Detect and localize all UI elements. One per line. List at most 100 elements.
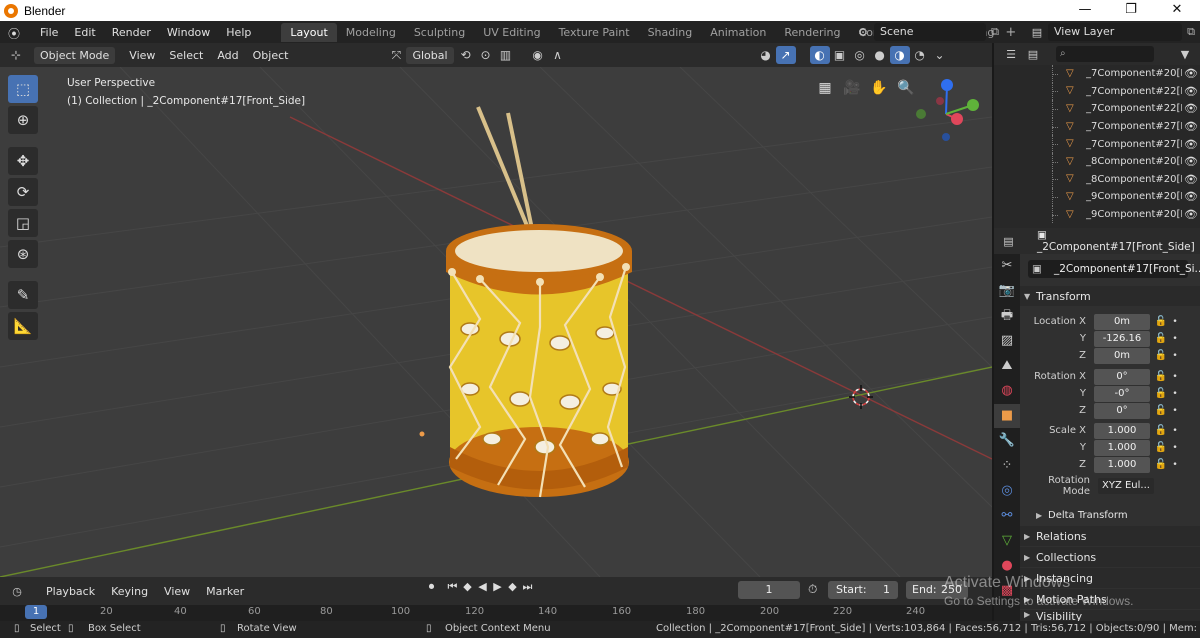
menu-render[interactable]: Render (104, 26, 159, 39)
eye-visibility-icon[interactable]: 👁 (1182, 155, 1200, 168)
transform-orientation-dropdown[interactable]: Global (406, 46, 454, 64)
outliner-item[interactable]: ▽ _9Component#20[B 👁 (994, 188, 1200, 206)
blender-menu-icon[interactable]: ⦿ (8, 25, 26, 41)
keyframe-dot-icon[interactable]: • (1170, 389, 1180, 399)
scene-name-field[interactable]: Scene (874, 23, 986, 41)
properties-editor-type-icon[interactable]: ▤ (998, 235, 1019, 248)
menu-file[interactable]: File (32, 26, 66, 39)
shading-options-icon[interactable]: ⌄ (930, 46, 950, 64)
outliner-item[interactable]: ▽ _7Component#22[F 👁 (994, 100, 1200, 118)
tab-animation[interactable]: Animation (701, 23, 775, 42)
keyframe-dot-icon[interactable]: • (1170, 334, 1180, 344)
location-x-field[interactable]: 0m (1094, 313, 1150, 330)
transform-tool-icon[interactable]: ⊛ (8, 240, 38, 268)
tab-shading[interactable]: Shading (639, 23, 702, 42)
eye-visibility-icon[interactable]: 👁 (1182, 67, 1200, 80)
eye-visibility-icon[interactable]: 👁 (1182, 190, 1200, 203)
menu-object[interactable]: Object (247, 47, 295, 64)
material-tab-icon[interactable]: ● (994, 554, 1020, 578)
visibility-icon[interactable]: ◕ (756, 46, 776, 64)
add-workspace-icon[interactable]: + (1005, 25, 1016, 40)
outliner-search-input[interactable]: ⌕ (1056, 46, 1154, 62)
lock-icon[interactable]: 🔓 (1152, 425, 1170, 436)
annotate-tool-icon[interactable]: ✎ (8, 281, 38, 309)
instancing-panel-header[interactable]: ▶ Instancing (1020, 568, 1200, 588)
physics-tab-icon[interactable]: ◎ (994, 479, 1020, 503)
falloff-icon[interactable]: ∧ (548, 46, 568, 64)
outliner-item[interactable]: ▽ _7Component#27[F 👁 (994, 135, 1200, 153)
pivot-point-icon[interactable]: ⟲ (456, 46, 476, 64)
outliner-item[interactable]: ▽ _7Component#22[B 👁 (994, 82, 1200, 101)
view-layer-tab-icon[interactable]: ▨ (994, 329, 1020, 353)
world-tab-icon[interactable]: ◍ (994, 379, 1020, 403)
record-icon[interactable]: ⏺ (424, 580, 439, 594)
collections-panel-header[interactable]: ▶ Collections (1020, 547, 1200, 567)
constraints-tab-icon[interactable]: ⚯ (994, 504, 1020, 528)
outliner-item[interactable]: ▽ _7Component#20[F 👁 (994, 65, 1200, 83)
keyframe-dot-icon[interactable]: • (1170, 460, 1180, 470)
start-frame-field[interactable]: Start: 1 (828, 581, 898, 599)
toggle-grid-view-icon[interactable]: ▦ (812, 77, 838, 99)
timeline-menu-keying[interactable]: Keying (103, 585, 156, 598)
eye-visibility-icon[interactable]: 👁 (1182, 120, 1200, 133)
lock-icon[interactable]: 🔓 (1152, 459, 1170, 470)
outliner-item[interactable]: ▽ _7Component#27[B 👁 (994, 117, 1200, 136)
mode-dropdown[interactable]: Object Mode (34, 46, 116, 64)
lock-icon[interactable]: 🔓 (1152, 350, 1170, 361)
keyframe-dot-icon[interactable]: • (1170, 406, 1180, 416)
modifier-tab-icon[interactable]: 🔧 (994, 429, 1020, 453)
lock-icon[interactable]: 🔓 (1152, 442, 1170, 453)
render-tab-icon[interactable]: 📷 (994, 279, 1020, 303)
jump-start-icon[interactable]: ⏮ (445, 580, 460, 594)
rotation-x-field[interactable]: 0° (1094, 368, 1150, 385)
tab-uv-editing[interactable]: UV Editing (474, 23, 549, 42)
keyframe-dot-icon[interactable]: • (1170, 443, 1180, 453)
menu-window[interactable]: Window (159, 26, 218, 39)
rotation-y-field[interactable]: -0° (1094, 385, 1150, 402)
lock-icon[interactable]: 🔓 (1152, 405, 1170, 416)
transform-panel-header[interactable]: ▼ Transform (1020, 286, 1200, 306)
keyframe-dot-icon[interactable]: • (1170, 372, 1180, 382)
timeline-editor-type-icon[interactable]: ◷ (8, 585, 26, 598)
eye-visibility-icon[interactable]: 👁 (1182, 138, 1200, 151)
tab-layout[interactable]: Layout (281, 22, 337, 42)
pan-view-icon[interactable]: ✋ (866, 77, 892, 99)
outliner-item[interactable]: ▽ _9Component#20[F 👁 (994, 205, 1200, 224)
eye-visibility-icon[interactable]: 👁 (1182, 102, 1200, 115)
eye-visibility-icon[interactable]: 👁 (1182, 208, 1200, 221)
new-scene-icon[interactable]: ⧉ (986, 25, 1004, 39)
tab-modeling[interactable]: Modeling (337, 23, 405, 42)
scene-tab-icon[interactable]: ⛰ (994, 354, 1020, 378)
filter-icon[interactable]: ▼ (1174, 48, 1196, 61)
eye-visibility-icon[interactable]: 👁 (1182, 85, 1200, 98)
visibility-panel-header[interactable]: ▶ Visibility (1020, 610, 1200, 621)
texture-tab-icon[interactable]: ▩ (994, 579, 1020, 603)
lock-icon[interactable]: 🔓 (1152, 316, 1170, 327)
gizmo-toggle-icon[interactable]: ↗ (775, 46, 796, 64)
location-z-field[interactable]: 0m (1094, 347, 1150, 364)
measure-tool-icon[interactable]: 📐 (8, 312, 38, 340)
outliner-editor-type-icon[interactable]: ☰ (1000, 48, 1022, 61)
viewport-scene[interactable] (0, 67, 992, 577)
keyframe-dot-icon[interactable]: • (1170, 351, 1180, 361)
delta-transform-header[interactable]: ▶ Delta Transform (1020, 505, 1200, 525)
move-tool-icon[interactable]: ✥ (8, 147, 38, 175)
view-layer-icon[interactable]: ▤ (1026, 26, 1048, 39)
data-tab-icon[interactable]: ▽ (994, 529, 1020, 553)
close-button[interactable]: ✕ (1154, 0, 1200, 21)
rendered-shading-icon[interactable]: ◔ (910, 46, 930, 64)
lock-icon[interactable]: 🔓 (1152, 388, 1170, 399)
cursor-tool-icon[interactable]: ⊕ (8, 106, 38, 134)
scale-z-field[interactable]: 1.000 (1094, 456, 1150, 473)
rotation-z-field[interactable]: 0° (1094, 402, 1150, 419)
rotation-mode-dropdown[interactable]: XYZ Eul... (1098, 478, 1154, 494)
play-icon[interactable]: ▶ (490, 580, 505, 594)
scene-icon[interactable]: ⚙ (852, 26, 874, 39)
xray-toggle-icon[interactable]: ▣ (830, 46, 850, 64)
menu-view[interactable]: View (123, 47, 161, 64)
solid-shading-icon[interactable]: ● (870, 46, 890, 64)
maximize-button[interactable]: ❐ (1108, 0, 1154, 21)
outliner-item[interactable]: ▽ _8Component#20[B 👁 (994, 152, 1200, 171)
display-mode-icon[interactable]: ▤ (1022, 48, 1044, 61)
prev-keyframe-icon[interactable]: ◆ (460, 580, 475, 594)
